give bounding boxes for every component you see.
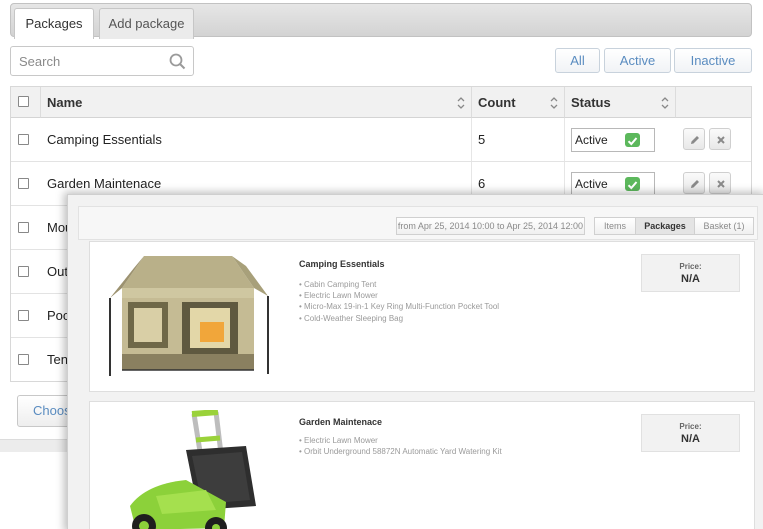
price-box: Price: N/A (641, 414, 740, 452)
price-label: Price: (679, 262, 702, 271)
camping-tent-image (109, 256, 269, 376)
sort-icon (457, 97, 465, 109)
column-header-count[interactable]: Count (472, 87, 565, 118)
package-item: Electric Lawn Mower (299, 290, 499, 301)
search-icon[interactable] (169, 53, 186, 70)
row-count: 5 (472, 118, 565, 161)
status-value: Active (575, 177, 608, 191)
package-card[interactable]: Camping Essentials Cabin Camping Tent El… (89, 241, 755, 392)
row-checkbox[interactable] (18, 134, 29, 145)
package-item-list: Cabin Camping Tent Electric Lawn Mower M… (299, 279, 499, 324)
package-preview-popup: from Apr 25, 2014 10:00 to Apr 25, 2014 … (67, 194, 763, 529)
header-select-cell (11, 87, 41, 118)
sort-icon (550, 97, 558, 109)
package-title: Camping Essentials (299, 259, 385, 269)
tab-bar: Packages Add package (10, 3, 752, 39)
column-header-actions (676, 87, 751, 118)
edit-button[interactable] (683, 128, 705, 150)
close-icon (717, 136, 725, 144)
column-header-status[interactable]: Status (565, 87, 676, 118)
column-header-name[interactable]: Name (41, 87, 472, 118)
date-range-button[interactable]: from Apr 25, 2014 10:00 to Apr 25, 2014 … (396, 217, 585, 235)
row-checkbox[interactable] (18, 354, 29, 365)
segment-packages[interactable]: Packages (635, 217, 695, 235)
package-title: Garden Maintenace (299, 417, 383, 427)
filter-all-button[interactable]: All (555, 48, 600, 73)
column-name-label: Name (47, 95, 83, 110)
row-checkbox[interactable] (18, 266, 29, 277)
package-item: Cabin Camping Tent (299, 279, 499, 290)
tab-add-package[interactable]: Add package (99, 8, 194, 39)
delete-button[interactable] (709, 172, 731, 194)
status-value: Active (575, 133, 608, 147)
sort-icon (661, 97, 669, 109)
package-item: Cold-Weather Sleeping Bag (299, 313, 499, 324)
package-item: Micro-Max 19-in-1 Key Ring Multi-Functio… (299, 301, 499, 312)
row-checkbox[interactable] (18, 178, 29, 189)
check-icon (625, 177, 640, 191)
status-select[interactable]: Active (571, 172, 655, 196)
package-item: Orbit Underground 58872N Automatic Yard … (299, 446, 502, 457)
segment-basket[interactable]: Basket (1) (694, 217, 754, 235)
filter-inactive-button[interactable]: Inactive (674, 48, 752, 73)
column-status-label: Status (571, 95, 611, 110)
package-card[interactable]: Garden Maintenace Electric Lawn Mower Or… (89, 401, 755, 529)
delete-button[interactable] (709, 128, 731, 150)
segment-items[interactable]: Items (594, 217, 636, 235)
search-box (10, 46, 194, 76)
status-select[interactable]: Active (571, 128, 655, 152)
search-input[interactable] (12, 48, 162, 74)
row-name: Camping Essentials (41, 118, 472, 161)
select-all-checkbox[interactable] (18, 96, 29, 107)
filter-active-button[interactable]: Active (604, 48, 671, 73)
column-count-label: Count (478, 95, 516, 110)
tab-packages[interactable]: Packages (14, 8, 94, 39)
lawn-mower-image (130, 410, 256, 529)
price-value: N/A (681, 273, 700, 285)
pencil-icon (691, 180, 699, 188)
price-box: Price: N/A (641, 254, 740, 292)
row-checkbox[interactable] (18, 310, 29, 321)
pencil-icon (691, 136, 699, 144)
row-checkbox[interactable] (18, 222, 29, 233)
price-value: N/A (681, 433, 700, 445)
check-icon (625, 133, 640, 147)
package-item: Electric Lawn Mower (299, 435, 502, 446)
package-item-list: Electric Lawn Mower Orbit Underground 58… (299, 435, 502, 457)
edit-button[interactable] (683, 172, 705, 194)
table-row[interactable]: Camping Essentials 5 Active (11, 118, 751, 162)
price-label: Price: (679, 422, 702, 431)
close-icon (717, 180, 725, 188)
